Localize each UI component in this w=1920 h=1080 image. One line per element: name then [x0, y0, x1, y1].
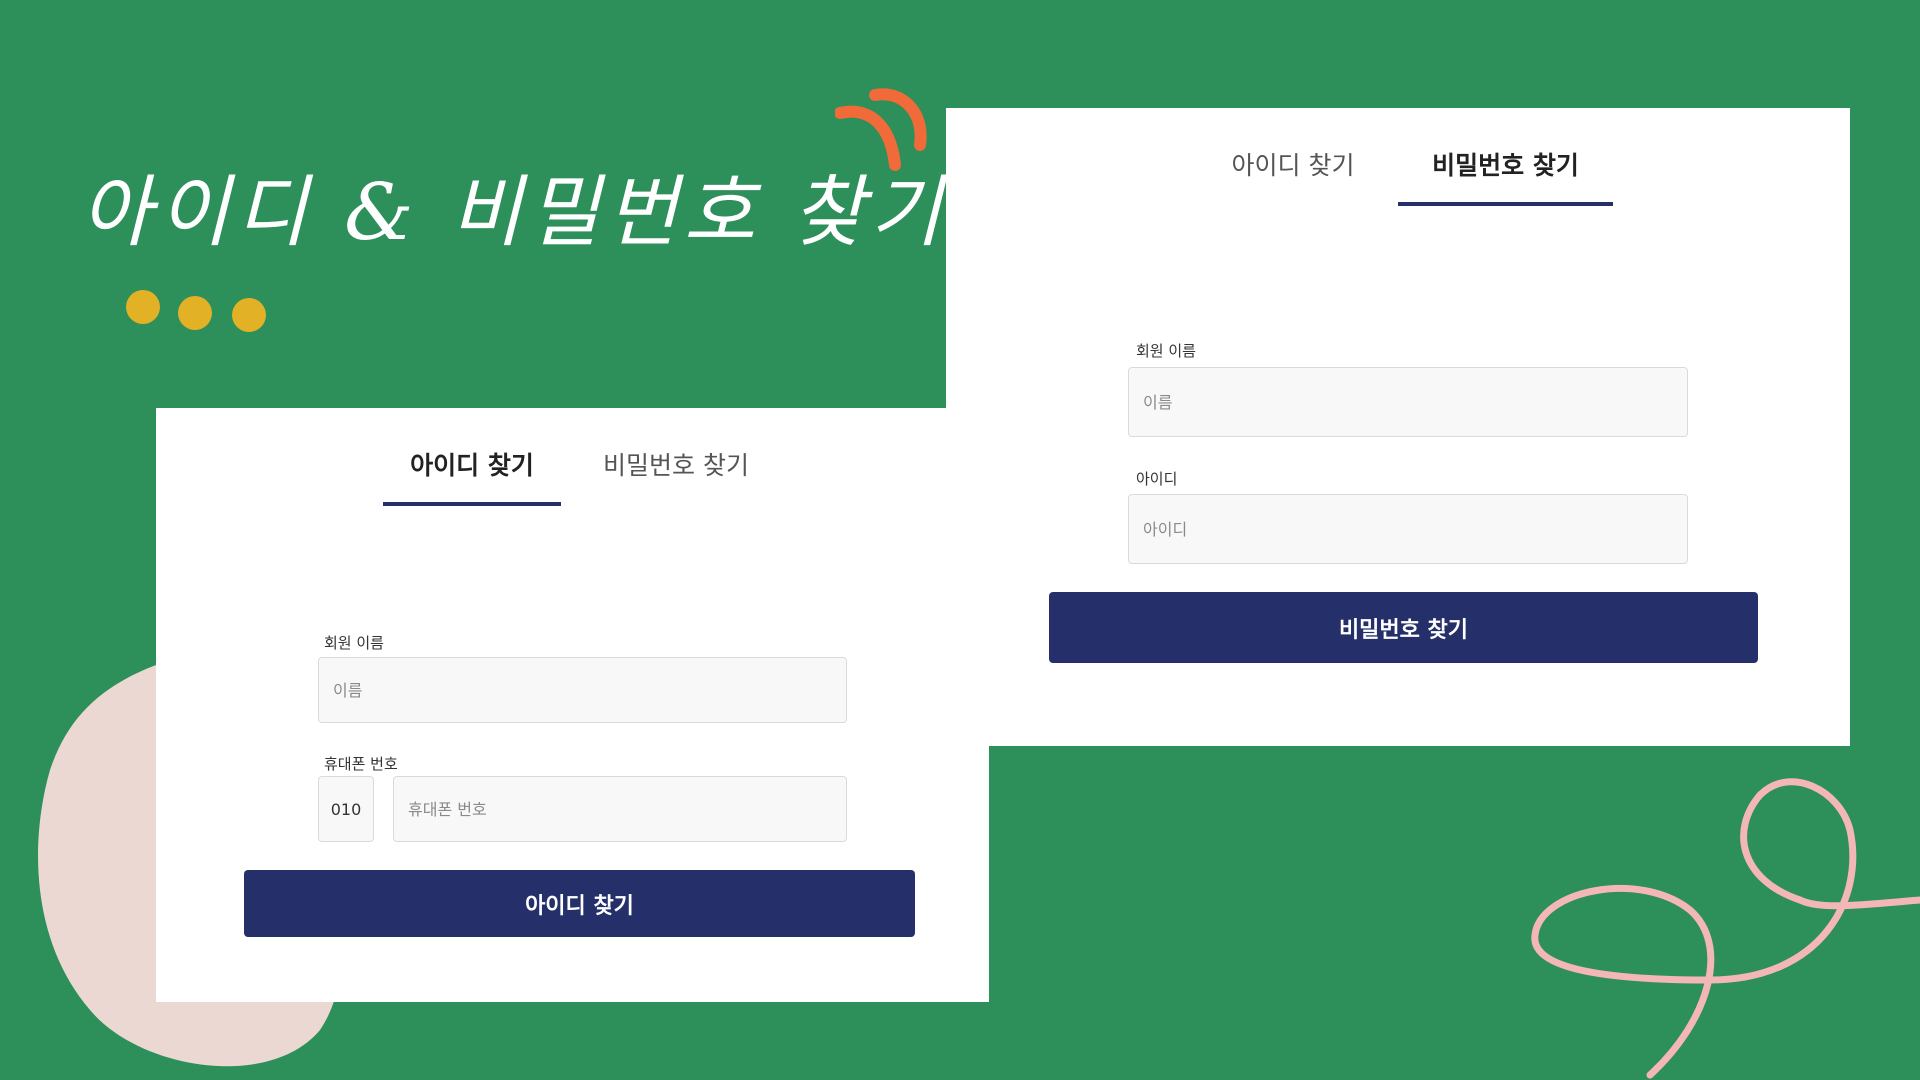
member-name-input[interactable] [318, 657, 847, 723]
find-password-button[interactable]: 비밀번호 찾기 [1049, 592, 1758, 663]
tab-bar: 아이디 찾기 비밀번호 찾기 [946, 146, 1850, 206]
member-name-label: 회원 이름 [324, 634, 384, 652]
pink-loop-decoration [1531, 778, 1920, 1079]
active-tab-indicator [1398, 202, 1613, 206]
member-name-label: 회원 이름 [1136, 342, 1196, 360]
find-password-card: 아이디 찾기 비밀번호 찾기 회원 이름 아이디 비밀번호 찾기 [946, 108, 1850, 746]
tab-find-id[interactable]: 아이디 찾기 [383, 446, 561, 482]
yellow-dot [232, 298, 266, 332]
member-name-input[interactable] [1128, 367, 1688, 437]
yellow-dot [126, 290, 160, 324]
tab-find-id[interactable]: 아이디 찾기 [1208, 146, 1378, 182]
tab-find-password[interactable]: 비밀번호 찾기 [576, 446, 776, 482]
user-id-label: 아이디 [1136, 470, 1178, 488]
phone-prefix-select[interactable]: 010 [318, 776, 374, 842]
user-id-input[interactable] [1128, 494, 1688, 564]
phone-number-input[interactable] [393, 776, 847, 842]
active-tab-indicator [383, 502, 561, 506]
tab-bar: 아이디 찾기 비밀번호 찾기 [156, 446, 989, 506]
find-id-button[interactable]: 아이디 찾기 [244, 870, 915, 937]
banner-title: 아이디 & 비밀번호 찾기 [80, 168, 948, 258]
yellow-dot [178, 296, 212, 330]
find-id-card: 아이디 찾기 비밀번호 찾기 회원 이름 휴대폰 번호 010 아이디 찾기 [156, 408, 989, 1002]
tab-find-password[interactable]: 비밀번호 찾기 [1398, 146, 1613, 182]
phone-number-label: 휴대폰 번호 [324, 755, 398, 773]
